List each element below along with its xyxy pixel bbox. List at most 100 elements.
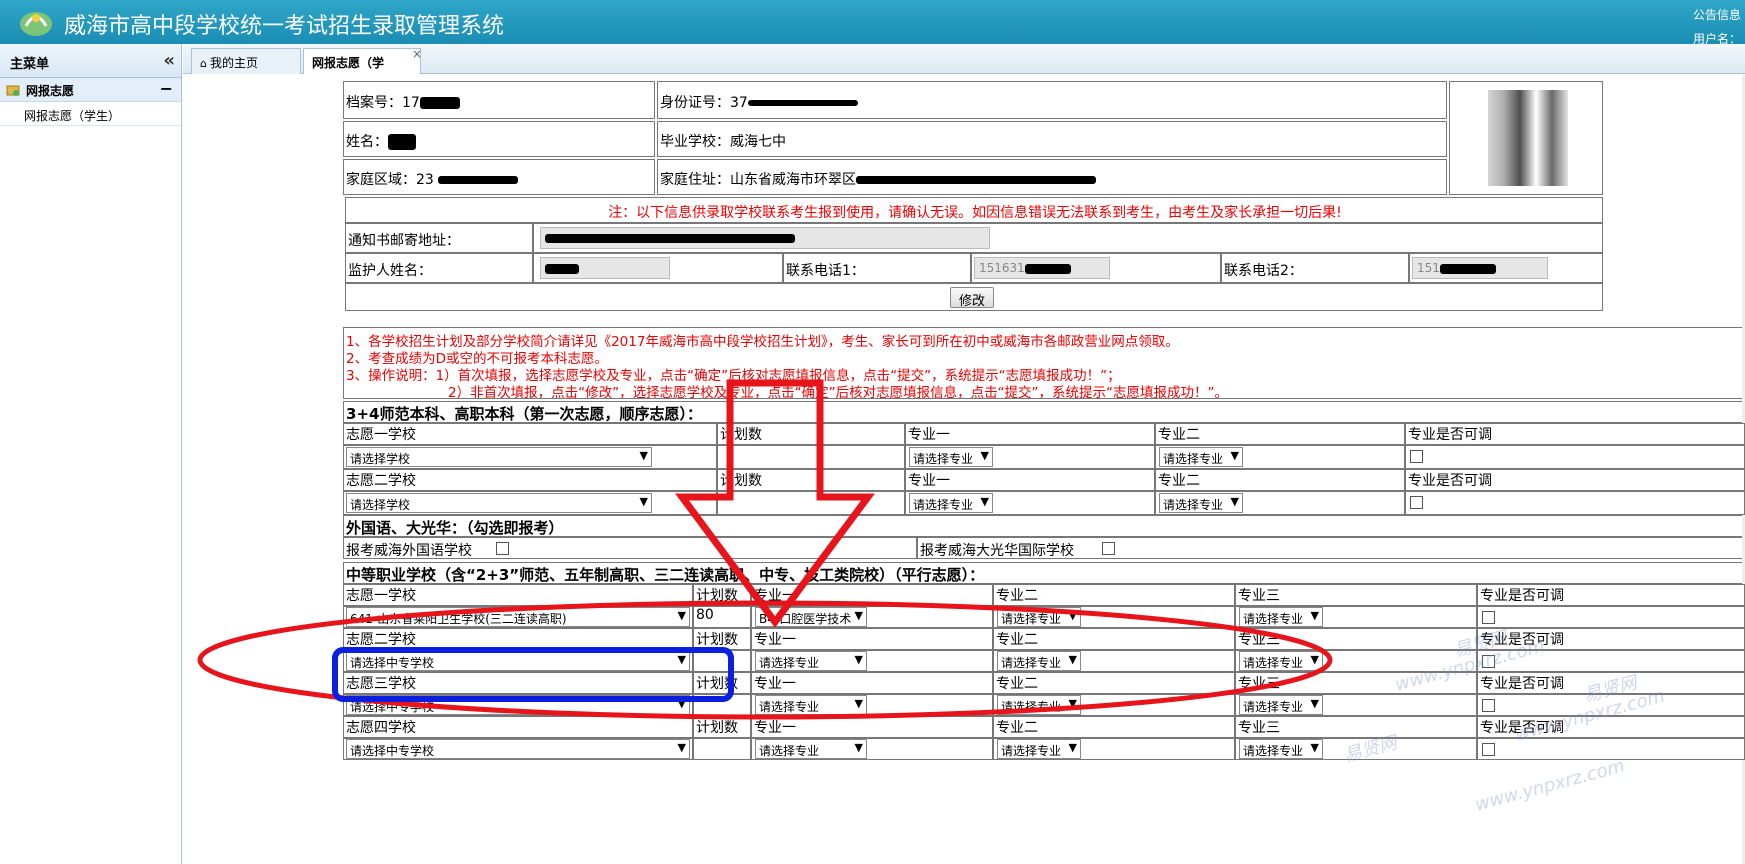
guardian-name-field[interactable]: [540, 257, 670, 279]
chevron-down-icon: ▼: [1068, 609, 1077, 622]
phone2-field[interactable]: 151: [1412, 257, 1548, 279]
guardian-label: 监护人姓名：: [348, 263, 432, 279]
menu-group-label: 网报志愿: [26, 84, 75, 98]
sidebar-item-wangbao-student[interactable]: 网报志愿（学生）: [0, 102, 181, 126]
option2-checkbox[interactable]: [1102, 542, 1115, 555]
chevron-down-icon: ▼: [677, 609, 686, 622]
chevron-down-icon: ▼: [1068, 741, 1077, 754]
adjust-checkbox[interactable]: [1482, 699, 1495, 712]
plan-value-cell: [693, 738, 751, 760]
menu-group-wangbao[interactable]: 网报志愿 −: [0, 78, 181, 102]
notice-link[interactable]: 公告信息: [1693, 6, 1741, 23]
adjust-header: 专业是否可调: [1477, 584, 1745, 606]
chevron-down-icon: ▼: [980, 449, 989, 462]
option2-label: 报考威海大光华国际学校: [920, 543, 1074, 559]
address-cell: 家庭住址：山东省威海市环翠区: [657, 159, 1447, 195]
redaction: [438, 176, 519, 184]
major1-select[interactable]: 请选择专业 ▼: [755, 695, 867, 715]
major3-select[interactable]: 请选择专业 ▼: [1239, 607, 1323, 627]
adjust-checkbox[interactable]: [1482, 743, 1495, 756]
major1-header: 专业一: [751, 628, 993, 650]
mail-address-field[interactable]: [540, 227, 990, 249]
major2-select[interactable]: 请选择专业 ▼: [1159, 447, 1243, 467]
major2-header: 专业二: [993, 716, 1235, 738]
school-select[interactable]: 请选择学校 ▼: [346, 447, 652, 467]
tab-wangbao[interactable]: 网报志愿（学 ×: [303, 47, 422, 74]
close-icon[interactable]: ×: [412, 47, 422, 61]
major1-select[interactable]: 请选择专业 ▼: [755, 651, 867, 671]
mail-label: 通知书邮寄地址：: [348, 233, 460, 249]
phone1-field[interactable]: 151631: [974, 257, 1110, 279]
tab-home[interactable]: ⌂ 我的主页: [191, 48, 301, 74]
name-cell: 姓名：: [343, 121, 655, 157]
major2-header: 专业二: [1155, 423, 1405, 445]
major1-select[interactable]: 请选择专业 ▼: [909, 493, 993, 513]
adjust-header: 专业是否可调: [1405, 423, 1745, 445]
plan-header: 计划数: [693, 716, 751, 738]
edit-button[interactable]: 修改: [950, 287, 994, 309]
phone2-value: 151: [1417, 261, 1440, 275]
chevron-down-icon: ▼: [677, 653, 686, 666]
school-cell: 毕业学校：威海七中: [657, 121, 1447, 157]
mail-value-cell: [533, 223, 1603, 253]
major3-select[interactable]: 请选择专业 ▼: [1239, 739, 1323, 759]
school-select[interactable]: 请选择中专学校 ▼: [346, 695, 690, 715]
school-header: 志愿四学校: [343, 716, 693, 738]
adjust-checkbox[interactable]: [1410, 450, 1423, 463]
chevron-down-icon: ▼: [677, 697, 686, 710]
school-select[interactable]: 641-山东省莱阳卫生学校(三二连读高职) ▼: [346, 607, 690, 627]
mail-label-cell: 通知书邮寄地址：: [345, 223, 533, 253]
chevron-down-icon: ▼: [1310, 697, 1319, 710]
collapse-icon[interactable]: «: [163, 50, 175, 71]
guardian-label-cell: 监护人姓名：: [345, 253, 533, 283]
system-title: 威海市高中段学校统一考试招生录取管理系统: [64, 14, 505, 39]
school-select[interactable]: 请选择中专学校 ▼: [346, 739, 690, 759]
contact-warning: 注：以下信息供录取学校联系考生报到使用，请确认无误。如因信息错误无法联系到考生，…: [608, 205, 1342, 221]
major2-select[interactable]: 请选择专业 ▼: [997, 607, 1081, 627]
section3-title: 中等职业学校（含“2+3”师范、五年制高职、三二连读高职、中专、技工类院校）（平…: [346, 566, 985, 584]
menu-group-toggle[interactable]: −: [160, 79, 173, 98]
major2-select[interactable]: 请选择专业 ▼: [1159, 493, 1243, 513]
school-select[interactable]: 请选择中专学校 ▼: [346, 651, 690, 671]
adjust-checkbox[interactable]: [1410, 496, 1423, 509]
app-header: 威海市高中段学校统一考试招生录取管理系统 公告信息 用户名：: [0, 0, 1745, 46]
option1-checkbox[interactable]: [496, 542, 509, 555]
major2-select[interactable]: 请选择专业 ▼: [997, 739, 1081, 759]
redaction: [856, 176, 1096, 184]
redaction: [545, 234, 795, 243]
redaction: [388, 134, 416, 150]
school-select[interactable]: 请选择学校 ▼: [346, 493, 652, 513]
major1-select[interactable]: 请选择专业 ▼: [909, 447, 993, 467]
plan-value-cell: [717, 491, 905, 515]
major1-header: 专业一: [751, 672, 993, 694]
chevron-down-icon: ▼: [1068, 697, 1077, 710]
plan-header: 计划数: [693, 584, 751, 606]
major1-select[interactable]: B4-口腔医学技术 ▼: [755, 607, 867, 627]
region-label: 家庭区域：: [346, 172, 416, 188]
major3-header: 专业三: [1235, 628, 1477, 650]
major2-select[interactable]: 请选择专业 ▼: [997, 651, 1081, 671]
major3-select[interactable]: 请选择专业 ▼: [1239, 651, 1323, 671]
phone2-label-cell: 联系电话2：: [1221, 253, 1409, 283]
plan-header: 计划数: [693, 672, 751, 694]
school-header: 志愿二学校: [343, 469, 717, 491]
school-header: 志愿三学校: [343, 672, 693, 694]
phone2-label: 联系电话2：: [1224, 263, 1303, 279]
major1-header: 专业一: [905, 469, 1155, 491]
phone1-label: 联系电话1：: [786, 263, 865, 279]
major1-header: 专业一: [751, 716, 993, 738]
major1-select[interactable]: 请选择专业 ▼: [755, 739, 867, 759]
plan-header: 计划数: [717, 469, 905, 491]
file-no-cell: 档案号：17: [343, 81, 655, 119]
chevron-down-icon: ▼: [1230, 449, 1239, 462]
plan-value-cell: 80: [693, 606, 751, 628]
school-header: 志愿二学校: [343, 628, 693, 650]
region-cell: 家庭区域：23: [343, 159, 655, 195]
chevron-down-icon: ▼: [639, 449, 648, 462]
major3-select[interactable]: 请选择专业 ▼: [1239, 695, 1323, 715]
adjust-checkbox[interactable]: [1482, 611, 1495, 624]
redaction: [747, 100, 858, 106]
id-value: 37: [730, 95, 748, 111]
address-label: 家庭住址：: [660, 172, 730, 188]
major2-select[interactable]: 请选择专业 ▼: [997, 695, 1081, 715]
